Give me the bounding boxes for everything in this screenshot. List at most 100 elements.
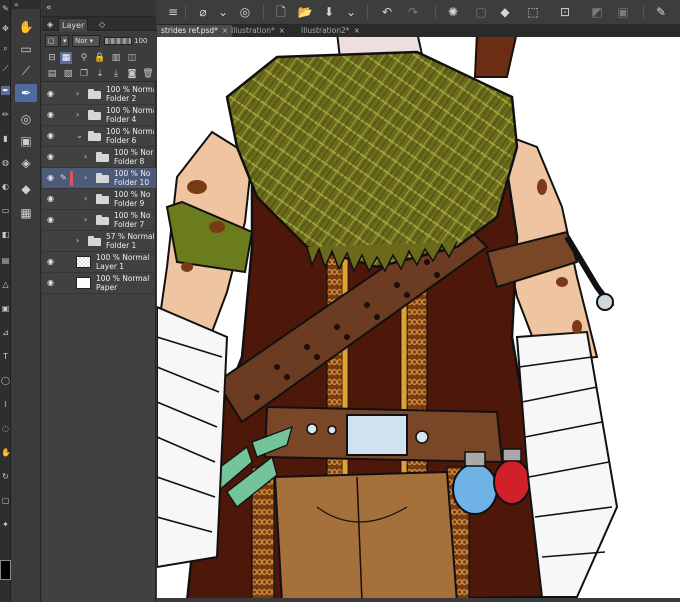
brush-tool-icon[interactable]: ✎ [1,4,10,13]
lock-cell[interactable] [60,277,70,289]
tab-layer-property[interactable]: ◈ [44,18,56,31]
lock-cell[interactable] [60,130,70,142]
balloon-tool-icon[interactable]: ◯ [1,376,10,385]
eye-icon[interactable]: ◉ [45,110,56,120]
redo-icon[interactable]: ↷ [405,4,421,20]
eye-icon[interactable]: ◉ [45,278,56,288]
pen-icon[interactable]: ✎ [653,4,669,20]
layer-row[interactable]: ◉ ✎ › 100 % No Folder 10 [42,168,156,189]
eye-icon[interactable]: ◉ [45,173,56,183]
document-tab[interactable]: strides ref.psd* × [157,25,233,37]
crop-icon[interactable]: ⊡ [557,4,573,20]
marker-tool-icon[interactable]: ▮ [1,134,10,143]
layer-color-icon[interactable]: ▢ [45,35,59,47]
eye-icon[interactable]: ◉ [45,131,56,141]
eyedropper-subtool-icon[interactable]: ⟋ [15,62,37,80]
pen-subtool-icon[interactable]: ✒ [15,84,37,102]
eye-icon[interactable]: ◉ [45,194,56,204]
eye-icon[interactable]: ◉ [45,215,56,225]
loading-icon[interactable]: ✺ [445,4,461,20]
tab-layer[interactable]: Layer [58,18,89,31]
frame-tool-icon[interactable]: ▣ [1,304,10,313]
pen-tool-icon[interactable]: ✒ [1,86,10,95]
menu-icon[interactable]: ≡ [165,4,181,20]
layer-row[interactable]: ◉ › 100 % Nor Folder 8 [42,147,156,168]
frame-subtool-icon[interactable]: ▦ [15,204,37,222]
chevron-down-icon[interactable]: ⌄ [215,4,231,20]
eye-icon[interactable]: ◉ [45,152,56,162]
blend-tool-icon[interactable]: ◐ [1,182,10,191]
layer-mask-icon[interactable]: ◙ [126,68,138,80]
chevron-down-icon[interactable]: ▾ [60,35,69,47]
eye-icon[interactable] [45,236,56,246]
layer-row[interactable]: ◉ ⌄ 100 % NormalFolder 6 [42,126,156,147]
close-icon[interactable]: × [354,26,360,35]
layer-row[interactable]: ◉ › 100 % No Folder 7 [42,210,156,231]
clip-icon[interactable]: ⊟ [46,52,58,64]
layer-row[interactable]: › 57 % Normal Folder 1 [42,231,156,252]
chevron-right-icon[interactable]: › [76,110,84,120]
undo-icon[interactable]: ↶ [379,4,395,20]
deselect-icon[interactable]: ◩ [589,4,605,20]
chevron-right-icon[interactable]: › [76,236,84,246]
ruler-tool-icon[interactable]: ⊿ [1,328,10,337]
auto-select-tool-icon[interactable]: ✦ [1,520,10,529]
lock-icon[interactable]: 🔒 [94,52,106,64]
zoom-tool-icon[interactable]: ⌕ [1,44,10,53]
canvas-scrollbar[interactable] [157,598,680,602]
lock-cell[interactable] [60,193,70,205]
clear-icon[interactable]: ▢ [473,4,489,20]
lock-cell[interactable] [60,235,70,247]
chevron-right-icon[interactable]: › [76,89,84,99]
hand-subtool-icon[interactable]: ✋ [15,18,37,36]
document-tab[interactable]: Illustration2* × [297,25,364,37]
chevron-down-icon[interactable]: ⌄ [343,4,359,20]
brush-settings-icon[interactable]: ⌀ [195,4,211,20]
chevron-right-icon[interactable]: › [84,173,92,183]
opacity-slider[interactable] [104,37,132,45]
layer-row[interactable]: ◉ 100 % Normal Paper [42,273,156,294]
line-correction-tool-icon[interactable]: ⌇ [1,400,10,409]
lock-transparency-icon[interactable]: ▥ [110,52,122,64]
gradient-tool-icon[interactable]: ▤ [1,256,10,265]
new-file-icon[interactable]: 🗋 [273,4,289,20]
reference-layer-icon[interactable]: ▦ [60,52,72,64]
fill-subtool-icon[interactable]: ◈ [15,154,37,172]
airbrush-subtool-icon[interactable]: ◎ [15,110,37,128]
opacity-value[interactable]: 100 [134,35,147,47]
chevron-right-icon[interactable]: › [84,194,92,204]
select-tool-icon[interactable]: ▢ [1,496,10,505]
figure-tool-icon[interactable]: △ [1,280,10,289]
trash-icon[interactable]: 🗑 [142,68,154,80]
fill-tool-icon[interactable]: ◧ [1,230,10,239]
drawing-canvas[interactable] [157,37,680,602]
lasso-tool-icon[interactable]: ◌ [1,424,10,433]
pen-edit-icon[interactable]: ✎ [60,172,70,184]
collapse-arrows-icon[interactable]: « [11,0,41,9]
draft-layer-icon[interactable]: ⚲ [78,52,90,64]
layer-row[interactable]: ◉ › 100 % No Folder 9 [42,189,156,210]
layer-row[interactable]: ◉ › 100 % NormalFolder 2 [42,84,156,105]
figure-subtool-icon[interactable]: ◆ [15,180,37,198]
blend-mode-select[interactable]: Nor ▾ [72,35,100,47]
new-folder-icon[interactable]: ❐ [78,68,90,80]
chevron-right-icon[interactable]: › [84,215,92,225]
lock-cell[interactable] [60,109,70,121]
fill-icon[interactable]: ◆ [497,4,513,20]
layer-row[interactable]: ◉ 100 % Normal Layer 1 [42,252,156,273]
lock-cell[interactable] [60,88,70,100]
layer-property-icon[interactable]: ◎ [237,4,253,20]
rotate-tool-icon[interactable]: ↻ [1,472,10,481]
eye-icon[interactable]: ◉ [45,89,56,99]
lock-cell[interactable] [60,256,70,268]
collapse-panel-icon[interactable]: « [46,3,52,13]
eraser-tool-icon[interactable]: ▭ [1,206,10,215]
hand-tool-icon[interactable]: ✋ [1,448,11,457]
pencil-tool-icon[interactable]: ✏ [1,110,10,119]
eye-icon[interactable]: ◉ [45,257,56,267]
document-tab[interactable]: Illustration* × [227,25,289,37]
save-icon[interactable]: ⬇ [321,4,337,20]
open-folder-icon[interactable]: 📂 [297,4,313,20]
move-tool-icon[interactable]: ✥ [1,24,10,33]
airbrush-tool-icon[interactable]: ◍ [1,158,10,167]
